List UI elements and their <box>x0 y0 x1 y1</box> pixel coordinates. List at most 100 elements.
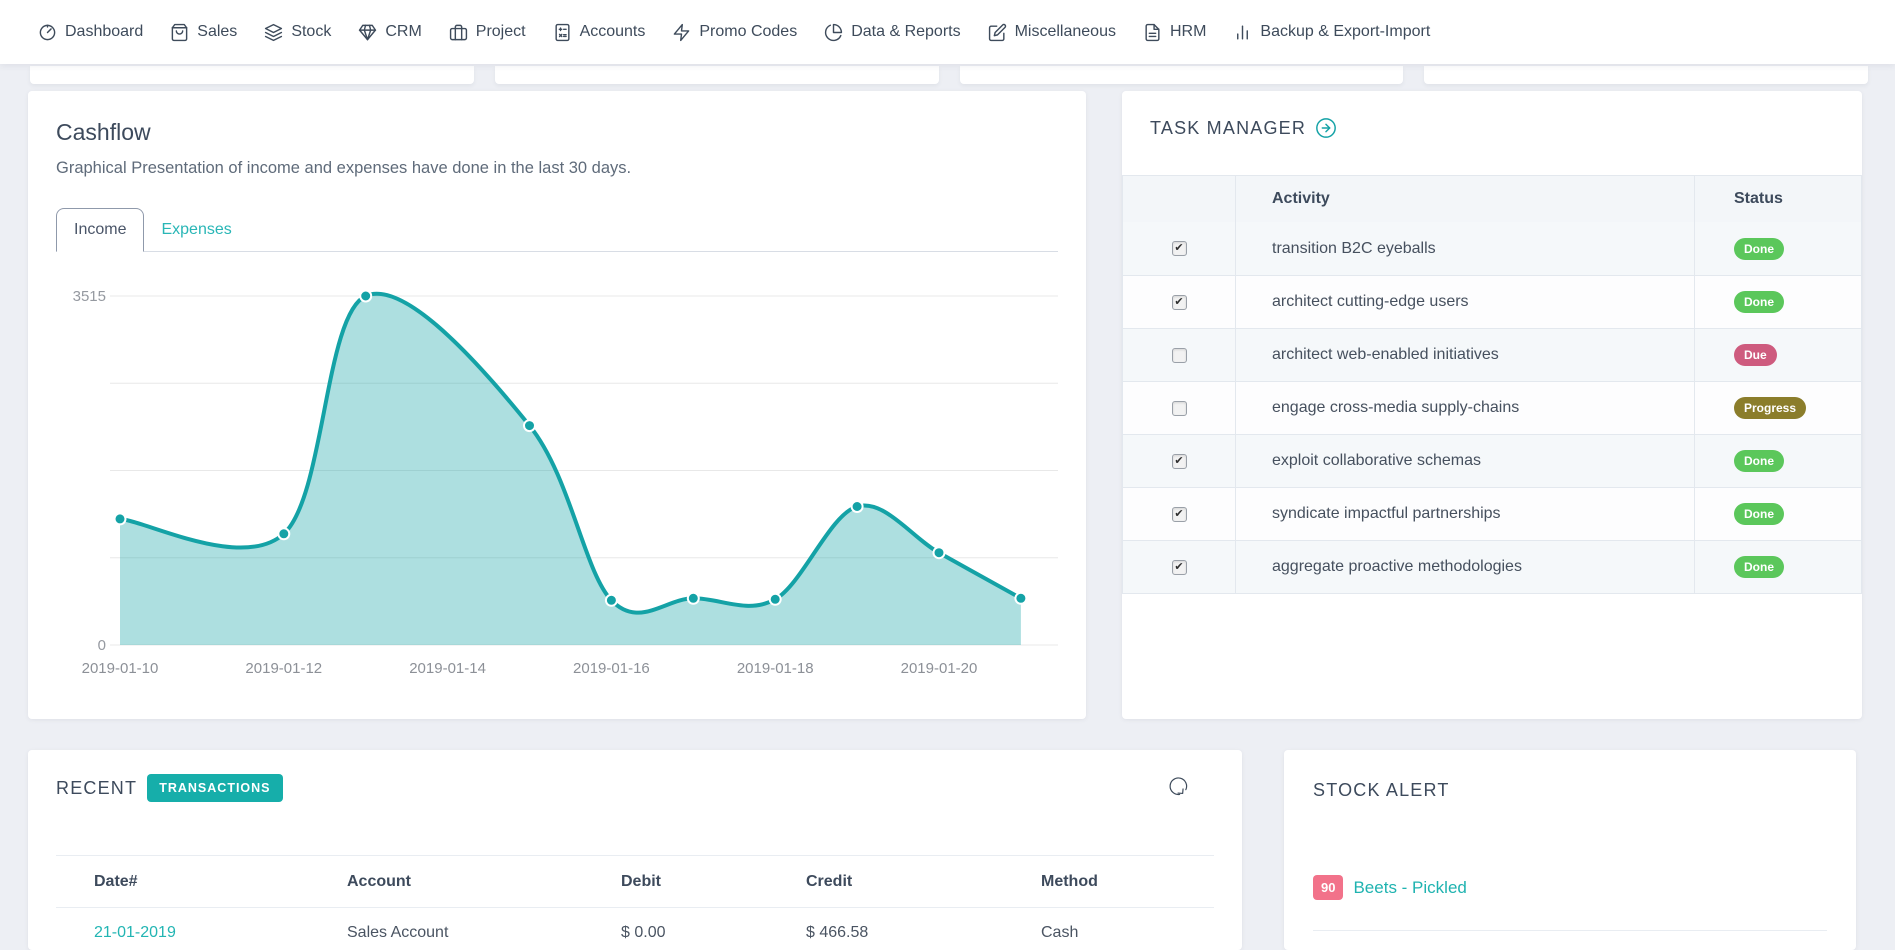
nav-item-accounts[interactable]: Accounts <box>553 23 646 42</box>
stock-alert-card: STOCK ALERT 90Beets - Pickled <box>1284 750 1856 950</box>
tab-expenses[interactable]: Expenses <box>144 209 248 251</box>
task-activity-label: syndicate impactful partnerships <box>1235 488 1694 540</box>
task-activity-label: architect web-enabled initiatives <box>1235 329 1694 381</box>
task-checkbox[interactable] <box>1172 560 1187 575</box>
nav-item-hrm[interactable]: HRM <box>1143 23 1206 42</box>
nav-item-data-reports[interactable]: Data & Reports <box>824 23 960 42</box>
task-activity-label: architect cutting-edge users <box>1235 276 1694 328</box>
status-badge: Due <box>1734 344 1777 366</box>
area-fill <box>120 294 1021 645</box>
stat-card-slivers <box>30 66 1868 84</box>
task-row: engage cross-media supply-chains Progress <box>1123 381 1861 434</box>
tx-cell: $ 0.00 <box>621 924 806 942</box>
nav-item-project[interactable]: Project <box>449 23 526 42</box>
nav-item-miscellaneous[interactable]: Miscellaneous <box>988 23 1116 42</box>
arrow-right-circle-icon[interactable] <box>1315 117 1337 139</box>
task-activity-label: exploit collaborative schemas <box>1235 435 1694 487</box>
cashflow-card: Cashflow Graphical Presentation of incom… <box>28 91 1086 719</box>
zap-icon <box>672 23 691 42</box>
data-point-marker[interactable] <box>278 528 289 539</box>
tx-cell: Cash <box>1041 924 1214 942</box>
task-checkbox[interactable] <box>1172 295 1187 310</box>
task-row: syndicate impactful partnerships Done <box>1123 487 1861 540</box>
calculator-icon <box>553 23 572 42</box>
task-checkbox[interactable] <box>1172 401 1187 416</box>
task-row: architect cutting-edge users Done <box>1123 275 1861 328</box>
x-axis-tick-label: 2019-01-14 <box>409 660 486 677</box>
nav-item-label: Sales <box>197 23 237 41</box>
stat-card-partial <box>495 66 939 84</box>
data-point-marker[interactable] <box>688 593 699 604</box>
nav-item-sales[interactable]: Sales <box>170 23 237 42</box>
tx-column-header-method: Method <box>1041 873 1214 891</box>
stat-card-partial <box>1424 66 1868 84</box>
recent-transactions-card: RECENT TRANSACTIONS Date#AccountDebitCre… <box>28 750 1242 950</box>
refresh-icon[interactable] <box>1168 776 1190 798</box>
income-area-chart: 351502019-01-102019-01-122019-01-142019-… <box>56 270 1058 700</box>
stock-item-link[interactable]: Beets - Pickled <box>1353 878 1466 898</box>
transaction-row: 21-01-2019 Sales Account$ 0.00$ 466.58Cas… <box>56 908 1214 942</box>
transaction-date-link[interactable]: 21-01-2019 <box>94 924 176 941</box>
nav-item-promo-codes[interactable]: Promo Codes <box>672 23 797 42</box>
x-axis-tick-label: 2019-01-16 <box>573 660 650 677</box>
gauge-icon <box>38 23 57 42</box>
chart-svg: 351502019-01-102019-01-122019-01-142019-… <box>56 270 1058 700</box>
status-badge: Done <box>1734 556 1784 578</box>
task-activity-label: engage cross-media supply-chains <box>1235 382 1694 434</box>
status-badge: Done <box>1734 503 1784 525</box>
status-badge: Done <box>1734 450 1784 472</box>
data-point-marker[interactable] <box>606 595 617 606</box>
data-point-marker[interactable] <box>115 513 126 524</box>
nav-item-label: Data & Reports <box>851 23 960 41</box>
edit-icon <box>988 23 1007 42</box>
task-row: architect web-enabled initiatives Due <box>1123 328 1861 381</box>
tx-column-header-credit: Credit <box>806 873 1041 891</box>
tx-column-header-date: Date# <box>56 873 347 891</box>
nav-item-dashboard[interactable]: Dashboard <box>38 23 143 42</box>
gem-icon <box>358 23 377 42</box>
nav-item-label: Backup & Export-Import <box>1260 23 1430 41</box>
task-checkbox[interactable] <box>1172 348 1187 363</box>
nav-item-label: CRM <box>385 23 421 41</box>
task-checkbox[interactable] <box>1172 507 1187 522</box>
stat-card-partial <box>960 66 1404 84</box>
tx-cell: Sales Account <box>347 924 621 942</box>
task-row: transition B2C eyeballsDone <box>1123 222 1861 275</box>
status-badge: Progress <box>1734 397 1806 419</box>
status-column-header: Status <box>1694 176 1861 222</box>
tx-cell: 21-01-2019 <box>56 924 347 942</box>
nav-item-label: Miscellaneous <box>1015 23 1116 41</box>
task-row: aggregate proactive methodologiesDone <box>1123 540 1861 593</box>
task-manager-card: TASK MANAGER Activity Status transition … <box>1122 91 1862 719</box>
top-navbar: Dashboard Sales Stock CRM Project Accounts Pro… <box>0 0 1895 64</box>
nav-item-backup-export-import[interactable]: Backup & Export-Import <box>1233 23 1430 42</box>
x-axis-tick-label: 2019-01-12 <box>245 660 322 677</box>
transactions-table: Date#AccountDebitCreditMethod 21-01-2019… <box>56 855 1214 942</box>
task-checkbox[interactable] <box>1172 241 1187 256</box>
status-badge: Done <box>1734 291 1784 313</box>
pie-chart-icon <box>824 23 843 42</box>
tab-income[interactable]: Income <box>56 208 144 252</box>
tx-cell: $ 466.58 <box>806 924 1041 942</box>
task-checkbox[interactable] <box>1172 454 1187 469</box>
y-axis-max-label: 3515 <box>73 288 106 305</box>
stock-alert-title: STOCK ALERT <box>1313 780 1450 801</box>
x-axis-tick-label: 2019-01-10 <box>82 660 159 677</box>
data-point-marker[interactable] <box>852 501 863 512</box>
cashflow-title: Cashflow <box>56 119 151 146</box>
data-point-marker[interactable] <box>524 420 535 431</box>
layers-icon <box>264 23 283 42</box>
stock-alert-item: 90Beets - Pickled <box>1313 875 1467 900</box>
nav-item-stock[interactable]: Stock <box>264 23 331 42</box>
nav-item-crm[interactable]: CRM <box>358 23 421 42</box>
data-point-marker[interactable] <box>934 547 945 558</box>
bar-chart-icon <box>1233 23 1252 42</box>
stat-card-partial <box>30 66 474 84</box>
data-point-marker[interactable] <box>360 291 371 302</box>
data-point-marker[interactable] <box>770 594 781 605</box>
data-point-marker[interactable] <box>1015 593 1026 604</box>
task-table-header: Activity Status <box>1123 176 1861 222</box>
task-table-body: transition B2C eyeballsDonearchitect cut… <box>1123 222 1861 593</box>
recent-title: RECENT <box>56 778 137 799</box>
task-table: Activity Status transition B2C eyeballsD… <box>1122 175 1862 594</box>
